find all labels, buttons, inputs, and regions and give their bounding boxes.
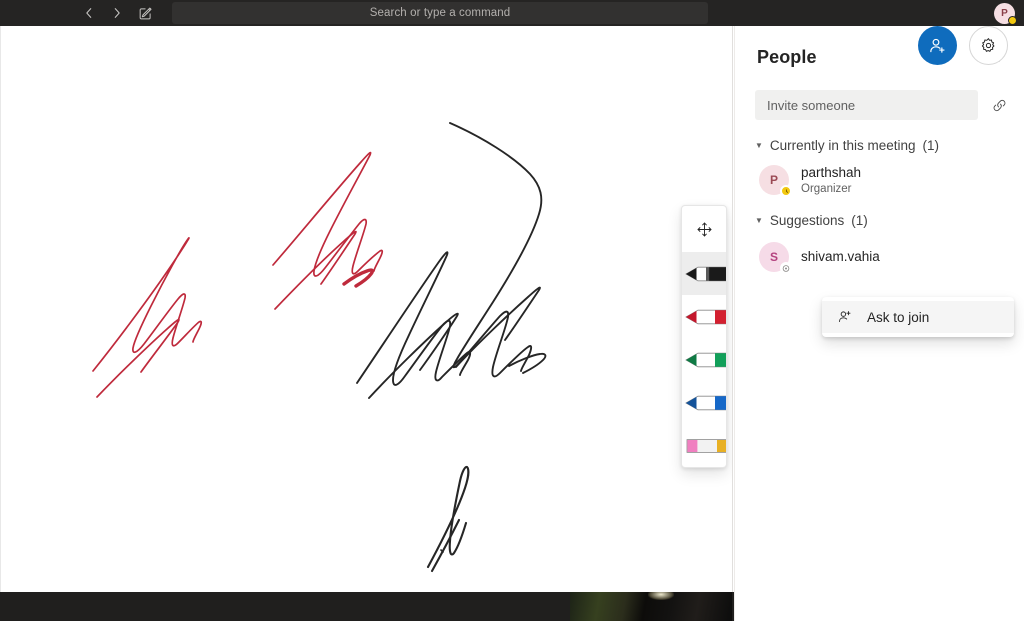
person-info: shivam.vahia	[801, 249, 880, 266]
pen-green[interactable]	[682, 338, 726, 381]
meeting-bottom-bar	[0, 592, 734, 621]
person-row-shivam-vahia[interactable]: S shivam.vahia	[735, 228, 1024, 274]
unknown-presence-icon	[782, 264, 790, 272]
person-context-menu: Ask to join	[822, 297, 1014, 337]
whiteboard-pen-toolbar[interactable]	[681, 205, 727, 468]
chevron-down-icon: ▼	[755, 140, 763, 150]
section-header-currently-in-this-meeting[interactable]: ▼ Currently in this meeting (1)	[735, 120, 1024, 153]
section-count: (1)	[922, 138, 939, 153]
pen-red[interactable]	[682, 295, 726, 338]
context-menu-item-label: Ask to join	[867, 309, 930, 325]
person-role: Organizer	[801, 182, 852, 195]
presence-badge-away	[1008, 16, 1017, 25]
presence-badge-unknown	[780, 262, 792, 274]
search-input[interactable]: Search or type a command	[172, 2, 708, 24]
green-pen-icon	[685, 352, 726, 367]
black-pen-icon	[685, 266, 726, 281]
participant-video-tile[interactable]	[570, 592, 732, 621]
person-name: shivam.vahia	[801, 248, 880, 264]
navigation-controls	[76, 2, 158, 24]
gear-icon	[981, 38, 995, 52]
whiteboard-canvas[interactable]	[0, 26, 733, 592]
blue-pen-icon	[685, 395, 726, 410]
highlighter[interactable]	[682, 424, 726, 467]
avatar: P	[759, 165, 792, 197]
pen-black[interactable]	[682, 252, 726, 295]
person-add-icon	[930, 38, 945, 53]
section-label: Suggestions	[769, 213, 845, 228]
avatar: S	[759, 242, 792, 274]
person-add-icon	[836, 309, 853, 325]
context-menu-item-ask-to-join[interactable]: Ask to join	[822, 301, 1014, 333]
add-participants-button[interactable]	[918, 26, 957, 65]
whiteboard-settings-button[interactable]	[969, 26, 1008, 65]
chevron-down-icon: ▼	[755, 215, 763, 225]
person-row-parthshah[interactable]: P parthshah Organizer	[735, 153, 1024, 197]
ink-strokes	[92, 122, 547, 573]
avatar-initial: P	[1001, 8, 1008, 19]
copy-link-button[interactable]	[988, 94, 1010, 116]
forward-button[interactable]	[104, 2, 130, 24]
person-info: parthshah Organizer	[801, 165, 861, 195]
section-header-suggestions[interactable]: ▼ Suggestions (1)	[735, 195, 1024, 228]
back-button[interactable]	[76, 2, 102, 24]
teams-meeting-whiteboard-window: Search or type a command P People Invite…	[0, 0, 1024, 621]
user-avatar[interactable]: P	[994, 3, 1017, 25]
move-icon	[697, 222, 711, 236]
pen-blue[interactable]	[682, 381, 726, 424]
avatar-initial: S	[769, 250, 778, 264]
person-name: parthshah	[801, 165, 862, 181]
section-count: (1)	[851, 213, 868, 228]
toolbar-move-handle[interactable]	[682, 206, 726, 252]
whiteboard-actions	[918, 26, 1008, 65]
section-label: Currently in this meeting	[769, 138, 916, 153]
title-bar: Search or type a command P	[0, 0, 1024, 26]
invite-someone-input[interactable]: Invite someone	[755, 90, 978, 120]
invite-placeholder: Invite someone	[767, 97, 856, 113]
people-panel-title: People	[757, 46, 817, 67]
red-pen-icon	[685, 309, 726, 324]
clock-icon	[785, 188, 788, 193]
compose-icon[interactable]	[132, 2, 158, 24]
link-icon	[993, 99, 1005, 111]
highlighter-icon	[686, 438, 726, 453]
avatar-initial: P	[769, 173, 778, 187]
search-placeholder: Search or type a command	[369, 7, 511, 19]
invite-row: Invite someone	[735, 68, 1024, 120]
presence-badge-away	[780, 185, 792, 197]
